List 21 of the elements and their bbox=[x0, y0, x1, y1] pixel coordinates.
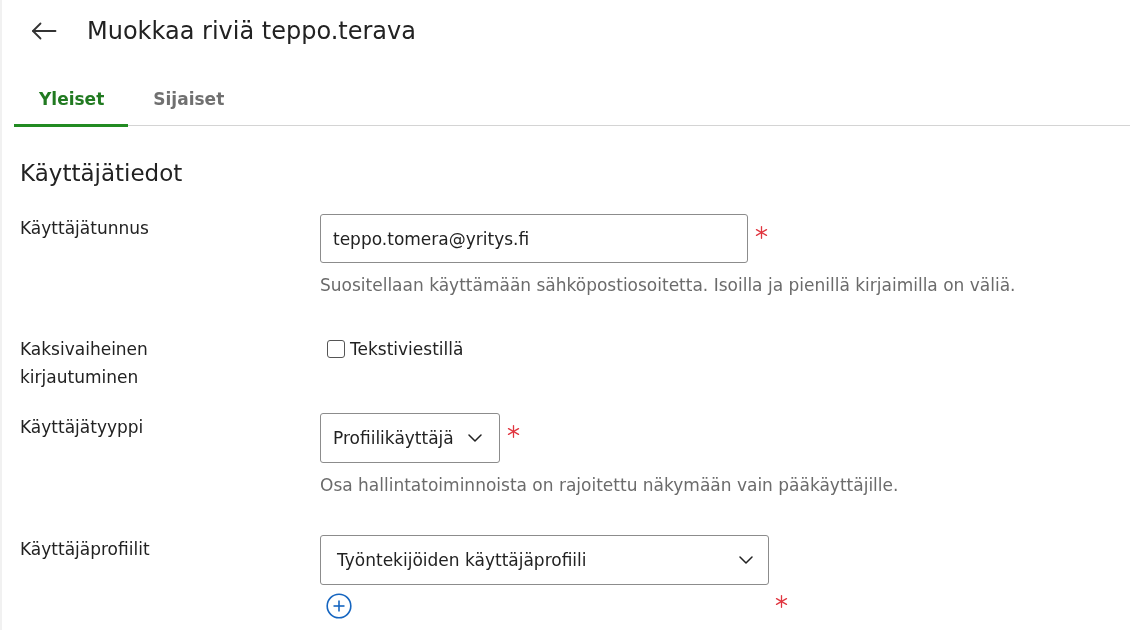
text-input[interactable]: teppo.tomera@yritys.fi bbox=[320, 214, 748, 263]
field-label: Kaksivaiheinen kirjautuminen bbox=[20, 338, 149, 389]
hint-text: Osa hallintatoiminnoista on rajoitettu näkymään vain pääkäyttäjille. bbox=[320, 474, 899, 497]
tab[interactable]: Sijaiset bbox=[128, 72, 249, 127]
dropdown[interactable]: Profiilikäyttäjä bbox=[320, 413, 500, 463]
field-label: Käyttäjätyyppi bbox=[20, 416, 144, 439]
page-title: Muokkaa riviä teppo.terava bbox=[87, 16, 416, 47]
checkbox-label: Tekstiviestillä bbox=[350, 339, 464, 359]
section-title: Käyttäjätiedot bbox=[20, 159, 183, 188]
checkbox[interactable] bbox=[327, 340, 345, 358]
chevron-down-icon bbox=[467, 434, 482, 442]
dropdown[interactable]: Työntekijöiden käyttäjäprofiili bbox=[320, 535, 769, 585]
back-button[interactable] bbox=[31, 22, 57, 40]
arrow-left-icon bbox=[31, 22, 57, 40]
add-button[interactable] bbox=[326, 593, 352, 619]
chevron-down-icon bbox=[739, 556, 753, 564]
field-label: Käyttäjätunnus bbox=[20, 217, 149, 240]
plus-circle-icon bbox=[326, 593, 352, 619]
field-label: Käyttäjäprofiilit bbox=[20, 538, 150, 561]
hint-text: Suositellaan käyttämään sähköpostiosoitetta. Isoilla ja pienillä kirjaimilla on väliä. bbox=[320, 274, 1016, 297]
tab[interactable]: Yleiset bbox=[14, 72, 129, 127]
